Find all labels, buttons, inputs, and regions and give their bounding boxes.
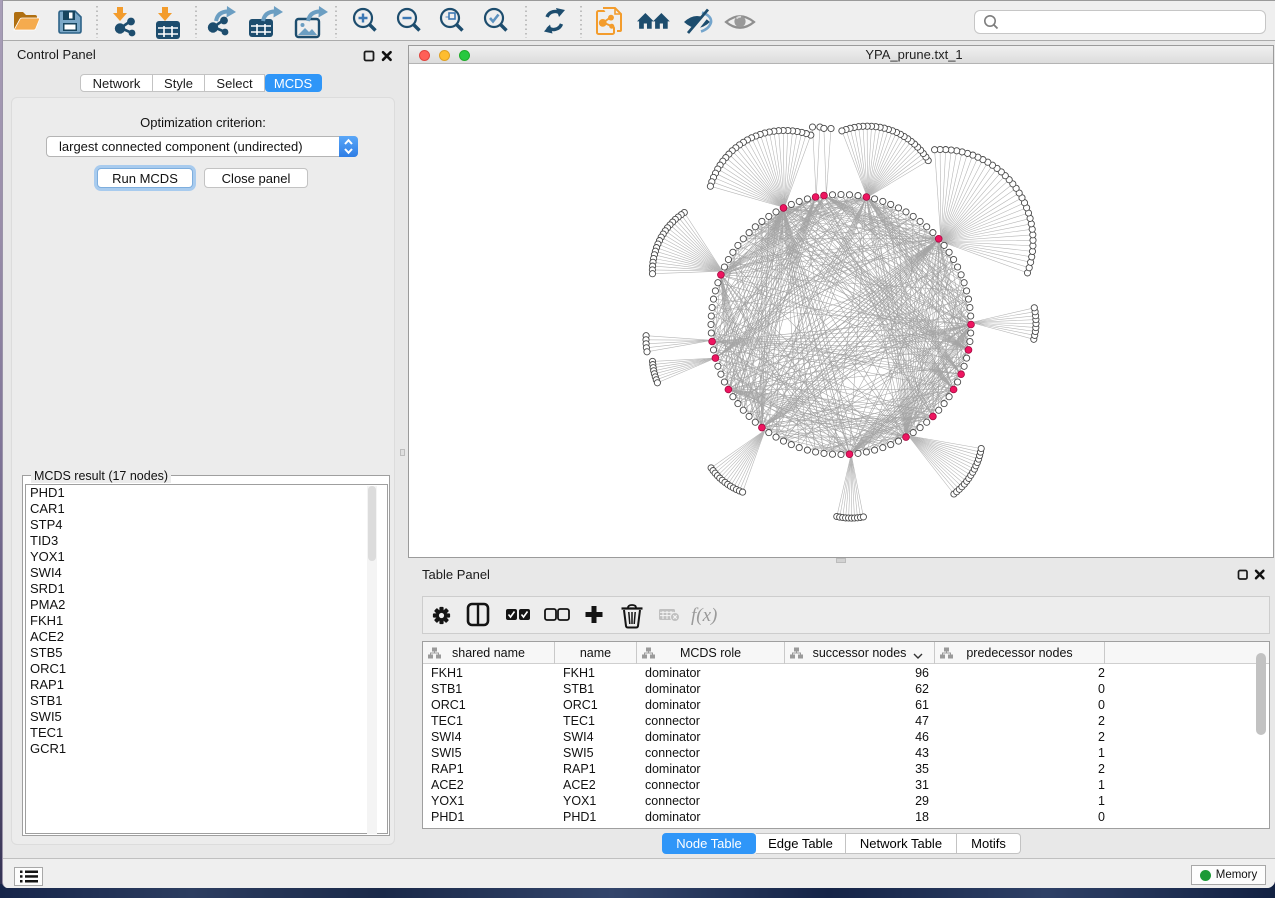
svg-text:f(x): f(x) [691, 605, 717, 626]
